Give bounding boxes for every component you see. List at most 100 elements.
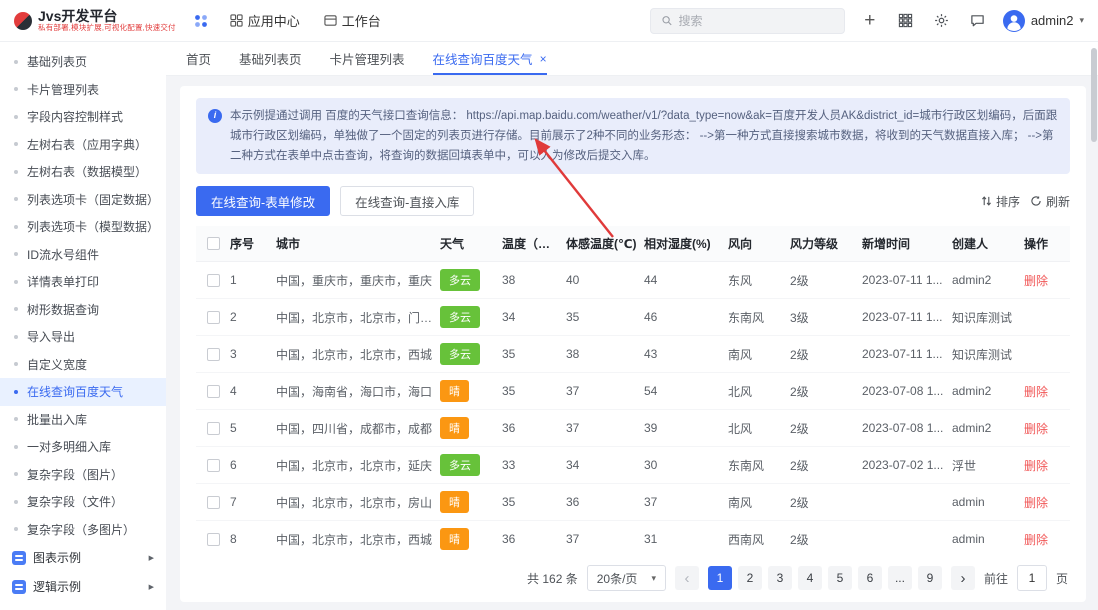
online-query-direct-save-button[interactable]: 在线查询-直接入库 (340, 186, 474, 216)
row-checkbox[interactable] (207, 422, 220, 435)
sidebar-item[interactable]: 字段内容控制样式 (0, 103, 166, 131)
sidebar-item[interactable]: 详情表单打印 (0, 268, 166, 296)
cell-weather: 晴 (440, 380, 502, 402)
sidebar-item[interactable]: 复杂字段（图片） (0, 461, 166, 489)
sidebar-item[interactable]: 复杂字段（文件） (0, 488, 166, 516)
sidebar-item[interactable]: 树形数据查询 (0, 296, 166, 324)
cell-wind: 北风 (728, 383, 790, 400)
cell-weather: 多云 (440, 454, 502, 476)
page-button[interactable]: 5 (828, 566, 852, 590)
sidebar-item[interactable]: 批量出入库 (0, 406, 166, 434)
delete-link[interactable]: 删除 (1024, 385, 1048, 399)
chart-group-icon (12, 551, 26, 565)
cell-humidity: 31 (644, 532, 728, 546)
info-banner: 本示例提通过调用 百度的天气接口查询信息： https://api.map.ba… (196, 98, 1070, 174)
bullet-icon (14, 417, 18, 421)
next-page-button[interactable]: › (951, 566, 975, 590)
tab-item[interactable]: 卡片管理列表 (330, 42, 405, 75)
cell-seq: 3 (230, 347, 276, 361)
menu-workbench[interactable]: 工作台 (324, 11, 381, 30)
close-icon[interactable]: × (540, 52, 547, 66)
table-row: 7中国，北京市，北京市，房山晴353637南风2级admin删除 (196, 484, 1070, 521)
sidebar-item-label: 左树右表（数据模型） (27, 163, 147, 180)
sidebar-item[interactable]: 卡片管理列表 (0, 76, 166, 104)
goto-page-input[interactable] (1017, 565, 1047, 591)
delete-link[interactable]: 删除 (1024, 533, 1048, 547)
sidebar-item[interactable]: 列表选项卡（模型数据） (0, 213, 166, 241)
page-size-select[interactable]: 20条/页 ▾ (587, 565, 666, 591)
toolbar: 在线查询-表单修改 在线查询-直接入库 排序 刷新 (196, 186, 1070, 216)
row-checkbox-cell (196, 385, 230, 398)
tab-item[interactable]: 基础列表页 (239, 42, 302, 75)
settings-gear-icon[interactable] (931, 10, 953, 32)
bullet-icon (14, 527, 18, 531)
column-header: 城市 (276, 235, 440, 252)
page-button[interactable]: 2 (738, 566, 762, 590)
row-checkbox-cell (196, 496, 230, 509)
page-button[interactable]: 4 (798, 566, 822, 590)
menu-app-center[interactable]: 应用中心 (230, 11, 300, 30)
refresh-button[interactable]: 刷新 (1030, 193, 1070, 210)
row-checkbox[interactable] (207, 348, 220, 361)
row-checkbox[interactable] (207, 385, 220, 398)
sidebar-item[interactable]: 一对多明细入库 (0, 433, 166, 461)
sidebar-group[interactable]: 逻辑示例▶ (0, 572, 166, 601)
row-checkbox[interactable] (207, 459, 220, 472)
logo[interactable]: Jvs开发平台 私有部署,模块扩展,可视化配置,快速交付 (14, 8, 176, 33)
bullet-icon (14, 307, 18, 311)
delete-link[interactable]: 删除 (1024, 496, 1048, 510)
cell-city: 中国，北京市，北京市，西城 (276, 346, 440, 363)
sidebar-item[interactable]: 左树右表（数据模型） (0, 158, 166, 186)
cell-temp: 38 (502, 273, 566, 287)
logo-subtitle: 私有部署,模块扩展,可视化配置,快速交付 (38, 24, 176, 33)
sidebar-item[interactable]: 基础列表页 (0, 48, 166, 76)
cell-action: 删除 (1024, 531, 1070, 548)
content-area: 本示例提通过调用 百度的天气接口查询信息： https://api.map.ba… (166, 76, 1098, 610)
page-button[interactable]: 9 (918, 566, 942, 590)
delete-link[interactable]: 删除 (1024, 459, 1048, 473)
sidebar-item[interactable]: 复杂字段（多图片） (0, 516, 166, 544)
plus-icon[interactable]: + (859, 10, 881, 32)
column-header: 体感温度(℃) (566, 235, 644, 252)
sort-button[interactable]: 排序 (981, 193, 1020, 210)
sidebar-item[interactable]: 导入导出 (0, 323, 166, 351)
cell-time: 2023-07-11 1... (862, 347, 952, 361)
sidebar-item-label: 左树右表（应用字典） (27, 136, 147, 153)
page-button[interactable]: 3 (768, 566, 792, 590)
page-button[interactable]: 6 (858, 566, 882, 590)
refresh-icon (1030, 195, 1042, 207)
search-box[interactable] (650, 8, 845, 34)
apps-grid-icon[interactable] (190, 10, 212, 32)
tab-item[interactable]: 首页 (186, 42, 211, 75)
sidebar-item[interactable]: ID流水号组件 (0, 241, 166, 269)
cell-city: 中国，重庆市，重庆市，重庆 (276, 272, 440, 289)
sidebar-group[interactable]: 图表示例▶ (0, 543, 166, 572)
sidebar-item[interactable]: 列表选项卡（固定数据） (0, 186, 166, 214)
page-button[interactable]: 1 (708, 566, 732, 590)
cell-temp: 35 (502, 495, 566, 509)
sidebar-item[interactable]: 在线查询百度天气 (0, 378, 166, 406)
delete-link[interactable]: 删除 (1024, 274, 1048, 288)
row-checkbox[interactable] (207, 274, 220, 287)
delete-link[interactable]: 删除 (1024, 422, 1048, 436)
online-query-form-edit-button[interactable]: 在线查询-表单修改 (196, 186, 330, 216)
row-checkbox[interactable] (207, 533, 220, 546)
info-icon (208, 109, 222, 123)
search-input[interactable] (679, 14, 834, 28)
user-menu[interactable]: admin2 ▾ (1003, 10, 1084, 32)
more-pages-button[interactable]: ... (888, 566, 912, 590)
sidebar-item[interactable]: 左树右表（应用字典） (0, 131, 166, 159)
sidebar-item[interactable]: 自定义宽度 (0, 351, 166, 379)
cell-temp: 35 (502, 384, 566, 398)
chat-icon[interactable] (967, 10, 989, 32)
select-all-checkbox[interactable] (207, 237, 220, 250)
page-scrollbar[interactable] (1091, 48, 1097, 142)
workbench-icon (324, 14, 337, 27)
row-checkbox[interactable] (207, 496, 220, 509)
tab-item[interactable]: 在线查询百度天气× (433, 42, 547, 75)
content-panel: 本示例提通过调用 百度的天气接口查询信息： https://api.map.ba… (180, 86, 1086, 602)
row-checkbox[interactable] (207, 311, 220, 324)
cell-feel: 36 (566, 495, 644, 509)
prev-page-button[interactable]: ‹ (675, 566, 699, 590)
grid-icon[interactable] (895, 10, 917, 32)
